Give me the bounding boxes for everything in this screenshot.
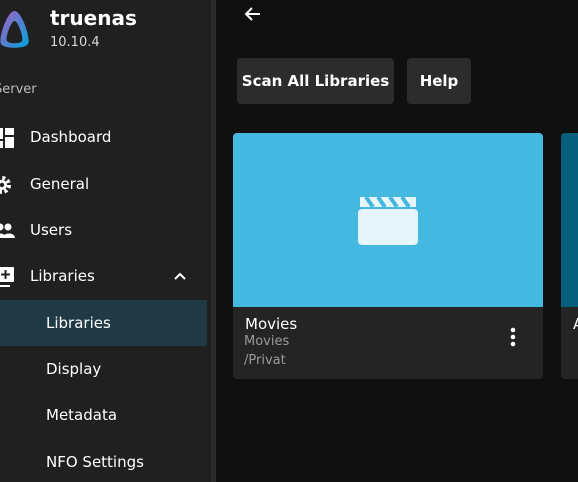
sidebar-item-label: Dashboard — [30, 128, 112, 146]
sidebar-subitem-libraries[interactable]: Libraries — [0, 300, 207, 346]
server-version: 10.10.4 — [50, 35, 100, 50]
sidebar-subitem-display[interactable]: Display — [0, 346, 207, 392]
sidebar-subitem-metadata[interactable]: Metadata — [0, 392, 207, 438]
scan-all-libraries-button[interactable]: Scan All Libraries — [237, 58, 394, 104]
users-icon — [0, 223, 15, 238]
library-card-partial[interactable]: A — [561, 133, 578, 379]
sidebar-item-label: Libraries — [30, 267, 95, 285]
sidebar-subitem-nfo-settings[interactable]: NFO Settings — [0, 439, 207, 482]
sidebar-subitem-label: Libraries — [46, 314, 111, 332]
library-card-title: Movies — [245, 315, 298, 333]
sidebar-subitem-label: Metadata — [46, 406, 118, 424]
sidebar-divider[interactable] — [211, 0, 216, 482]
library-add-icon — [0, 267, 14, 287]
sidebar-subitem-label: NFO Settings — [46, 453, 144, 471]
gear-icon — [0, 176, 11, 194]
movie-clapper-icon — [358, 195, 418, 245]
library-card-image[interactable] — [233, 133, 543, 307]
back-arrow-icon[interactable] — [243, 4, 263, 24]
library-card-title: A — [573, 315, 578, 333]
library-card-type: Movies — [244, 334, 290, 349]
section-header-server: Server — [0, 82, 37, 97]
sidebar-subitem-label: Display — [46, 360, 102, 378]
library-card-image[interactable] — [561, 133, 578, 307]
library-card-path: /Privat — [244, 353, 286, 368]
sidebar-item-dashboard[interactable]: Dashboard — [0, 114, 207, 160]
help-button[interactable]: Help — [407, 58, 471, 104]
server-name: truenas — [50, 6, 137, 30]
sidebar-item-general[interactable]: General — [0, 161, 207, 207]
dashboard-icon — [0, 128, 14, 148]
sidebar-item-users[interactable]: Users — [0, 207, 207, 253]
more-vert-icon[interactable] — [505, 326, 521, 348]
library-card-movies[interactable]: Movies Movies /Privat — [233, 133, 543, 379]
chevron-up-icon[interactable] — [173, 269, 187, 283]
sidebar: truenas 10.10.4 Server Dashboard General… — [0, 0, 211, 482]
sidebar-item-label: General — [30, 175, 90, 193]
sidebar-item-label: Users — [30, 221, 73, 239]
jellyfin-logo-icon[interactable] — [0, 9, 32, 49]
sidebar-item-libraries[interactable]: Libraries — [0, 253, 207, 299]
